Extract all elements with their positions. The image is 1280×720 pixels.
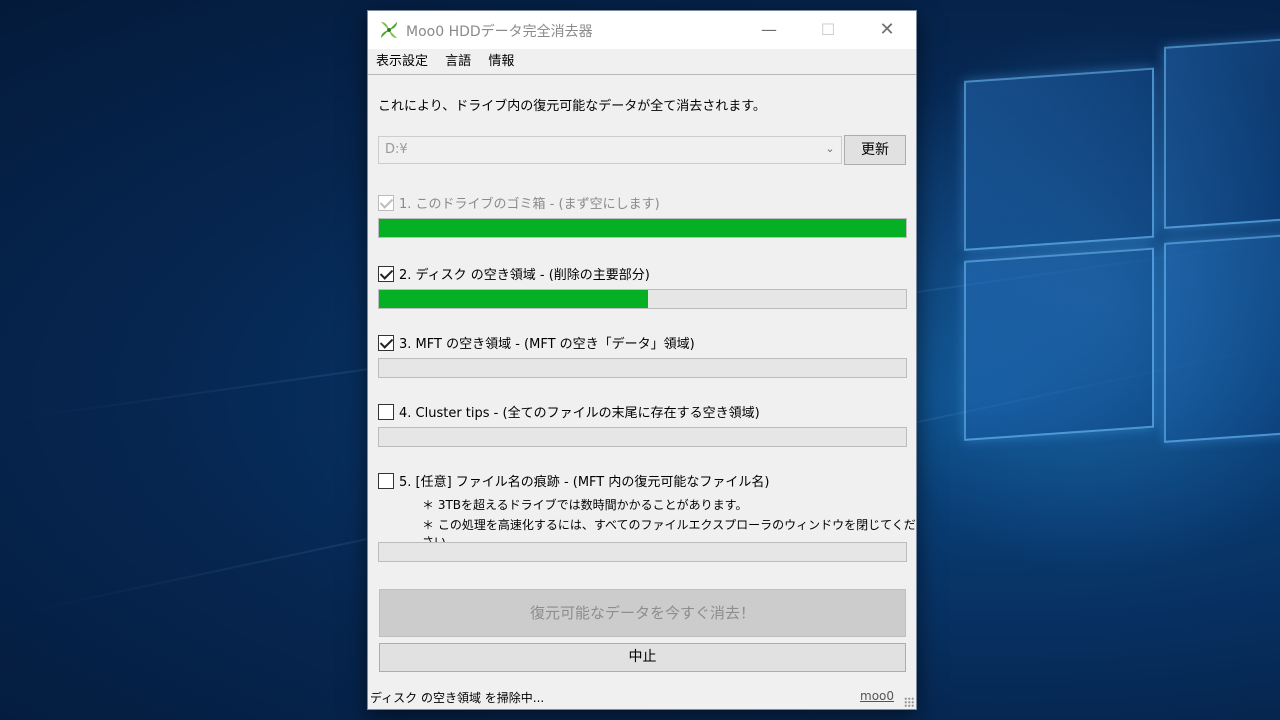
progress-bar-mft — [378, 358, 907, 378]
description-text: これにより、ドライブ内の復元可能なデータが全て消去されます。 — [378, 99, 766, 114]
resize-grip-icon[interactable] — [904, 697, 914, 707]
progress-bar-free-space — [378, 289, 907, 309]
option-free-space: 2. ディスク の空き領域 - (削除の主要部分) — [378, 264, 650, 283]
drive-value: D:¥ — [385, 142, 408, 157]
progress-bar-recycle-bin — [378, 218, 907, 238]
progress-fill — [379, 219, 906, 237]
option-label: 1. このドライブのゴミ箱 - (まず空にします) — [399, 197, 660, 212]
progress-bar-cluster-tips — [378, 427, 907, 447]
checkbox-recycle-bin[interactable] — [378, 194, 394, 211]
progress-fill — [379, 290, 648, 308]
minimize-button[interactable]: — — [740, 11, 798, 49]
checkbox-filename-traces[interactable] — [378, 472, 394, 489]
option-filename-traces: 5. [任意] ファイル名の痕跡 - (MFT 内の復元可能なファイル名) — [378, 471, 769, 490]
close-button[interactable]: ✕ — [858, 11, 916, 49]
moo0-link[interactable]: moo0 — [860, 689, 894, 703]
option-cluster-tips: 4. Cluster tips - (全てのファイルの末尾に存在する空き領域) — [378, 402, 760, 421]
window-title: Moo0 HDDデータ完全消去器 — [406, 24, 593, 40]
menu-language[interactable]: 言語 — [445, 49, 471, 75]
checkbox-mft-free-space[interactable] — [378, 334, 394, 351]
logo-pane — [964, 67, 1154, 251]
note-text: ＊ 3TBを超えるドライブでは数時間かかることがあります。 — [422, 498, 748, 512]
option-label: 2. ディスク の空き領域 - (削除の主要部分) — [399, 268, 650, 283]
progress-bar-filename-traces — [378, 542, 907, 562]
app-leaf-icon — [381, 22, 397, 38]
maximize-button[interactable]: ☐ — [799, 11, 857, 49]
option-recycle-bin: 1. このドライブのゴミ箱 - (まず空にします) — [378, 193, 660, 212]
option-mft-free-space: 3. MFT の空き領域 - (MFT の空き「データ」領域) — [378, 333, 695, 352]
logo-pane — [1164, 37, 1280, 229]
option-label: 4. Cluster tips - (全てのファイルの末尾に存在する空き領域) — [399, 406, 760, 421]
stop-button[interactable]: 中止 — [379, 643, 906, 672]
chevron-down-icon[interactable]: ⌄ — [819, 137, 841, 163]
logo-pane — [964, 247, 1154, 441]
status-bar: ディスク の空き領域 を掃除中... moo0 — [368, 685, 916, 709]
menu-display-settings[interactable]: 表示設定 — [376, 49, 428, 75]
checkbox-cluster-tips[interactable] — [378, 403, 394, 420]
app-window: Moo0 HDDデータ完全消去器 — ☐ ✕ 表示設定 言語 情報 これにより、… — [367, 10, 917, 710]
checkbox-free-space[interactable] — [378, 265, 394, 282]
status-text: ディスク の空き領域 を掃除中... — [370, 691, 545, 705]
refresh-button[interactable]: 更新 — [844, 135, 906, 165]
menu-bar: 表示設定 言語 情報 — [368, 49, 916, 75]
windows-logo — [960, 29, 1280, 471]
erase-now-button[interactable]: 復元可能なデータを今すぐ消去！ — [379, 589, 906, 637]
option-label: 5. [任意] ファイル名の痕跡 - (MFT 内の復元可能なファイル名) — [399, 475, 770, 490]
title-bar[interactable]: Moo0 HDDデータ完全消去器 — ☐ ✕ — [368, 11, 916, 49]
option-label: 3. MFT の空き領域 - (MFT の空き「データ」領域) — [399, 337, 695, 352]
drive-select[interactable]: D:¥ ⌄ — [378, 136, 842, 164]
menu-info[interactable]: 情報 — [488, 49, 514, 75]
logo-pane — [1164, 233, 1280, 443]
